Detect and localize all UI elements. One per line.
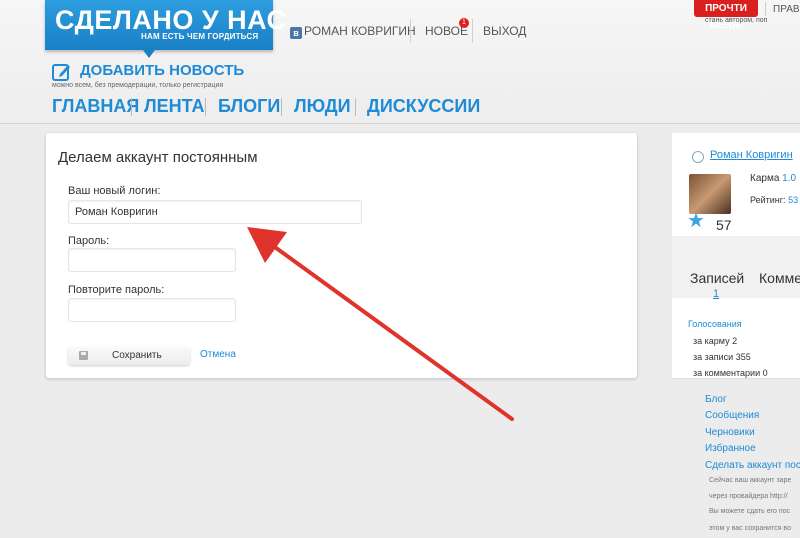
votes-heading[interactable]: Голосования [688,319,742,329]
user-score: 57 [716,217,732,233]
sidebar-link-messages[interactable]: Сообщения [705,410,759,421]
rating-value: 53 [788,195,799,205]
sidebar-link-drafts[interactable]: Черновики [705,427,755,438]
login-input[interactable] [68,200,362,224]
sidebar-note: Сейчас ваш аккаунт заре [709,477,792,484]
nav-discussions[interactable]: ДИСКУССИИ [367,96,480,117]
user-name: РОМАН КОВРИГИН [304,24,416,38]
karma: Карма 1.0 [750,173,796,184]
nav-divider [131,98,132,116]
karma-label: Карма [750,173,780,184]
account-form-card: Делаем аккаунт постоянным Ваш новый логи… [46,133,637,378]
stats-tabs-panel [672,236,800,298]
nav-feed[interactable]: ЛЕНТА [144,96,205,117]
user-profile-link[interactable]: в РОМАН КОВРИГИН [290,24,416,39]
avatar[interactable] [689,174,731,214]
nav-divider [281,98,282,116]
password-input[interactable] [68,248,236,272]
rating-label: Рейтинг: [750,195,786,205]
nav-divider [355,98,356,116]
edit-icon [52,64,70,81]
sidebar-link-make-permanent[interactable]: Сделать аккаунт пост [705,460,800,471]
sidebar-link-favorites[interactable]: Избранное [705,443,756,454]
vote-posts: за записи 355 [693,352,751,362]
sidebar-note: через провайдера http:// [709,493,788,500]
nav-blogs[interactable]: БЛОГИ [218,96,280,117]
repeat-password-label: Повторите пароль: [68,284,165,296]
star-icon: ★ [687,210,705,232]
logo-subtitle: НАМ ЕСТЬ ЧЕМ ГОРДИТЬСЯ [141,32,259,41]
save-label: Сохранить [112,350,162,361]
cancel-link[interactable]: Отмена [200,349,236,360]
sidebar-link-blog[interactable]: Блог [705,394,727,405]
vote-karma: за карму 2 [693,336,738,346]
nav-divider [472,19,473,43]
logout-link[interactable]: ВЫХОД [483,24,526,38]
sidebar-note: Вы можете сдать его пос [709,508,791,515]
floppy-disk-icon [79,351,88,360]
add-news-label: ДОБАВИТЬ НОВОСТЬ [80,62,245,79]
password-label: Пароль: [68,235,110,247]
vote-comments: за комментарии 0 [693,368,768,378]
readme-button[interactable]: ПРОЧТИ МЕНЯ! [694,0,758,31]
sidebar-user-link[interactable]: Роман Ковригин [710,149,793,161]
user-icon [692,151,704,163]
logo-title: СДЕЛАНО У НАС [55,5,287,35]
sidebar-note: этом у вас сохранится во [709,525,791,532]
news-count-badge: 1 [459,18,469,28]
nav-home[interactable]: ГЛАВНАЯ [52,96,139,117]
nav-divider [205,98,206,116]
login-label: Ваш новый логин: [68,185,161,197]
save-button[interactable]: Сохранить [68,347,190,365]
tab-comments[interactable]: Комме [759,270,800,286]
form-title: Делаем аккаунт постоянным [58,149,258,166]
karma-value: 1.0 [782,173,797,184]
promo-divider [765,2,766,16]
site-logo[interactable]: СДЕЛАНО У НАС НАМ ЕСТЬ ЧЕМ ГОРДИТЬСЯ [45,0,286,50]
add-news-caption: можно всем, без премодерации, только рег… [52,82,224,89]
vk-icon: в [290,27,302,39]
tab-posts[interactable]: Записей [690,270,744,286]
readme-caption: стань автором, поп [705,17,768,24]
user-sidebar: Роман Ковригин ★ 57 Карма 1.0 Рейтинг: 5… [672,133,800,538]
nav-people[interactable]: ЛЮДИ [294,96,351,117]
rating: Рейтинг: 53 [750,195,798,205]
repeat-password-input[interactable] [68,298,236,322]
rules-link[interactable]: ПРАВИ [773,4,800,15]
logo-pointer [143,50,155,58]
nav-divider [410,19,411,43]
posts-count[interactable]: 1 [713,288,719,300]
